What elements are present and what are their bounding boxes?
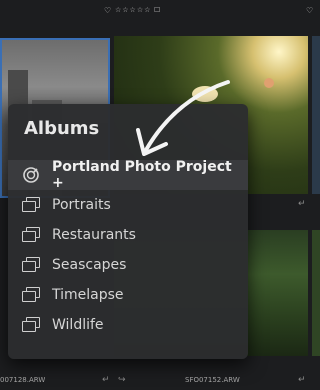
album-item-timelapse[interactable]: Timelapse	[8, 280, 248, 310]
album-item-label: Timelapse	[52, 287, 124, 303]
rotate-icon[interactable]: ↪	[118, 375, 126, 385]
popup-title: Albums	[24, 118, 100, 139]
heart-icon[interactable]: ♡	[306, 6, 313, 15]
rotate-icon[interactable]: ↵	[298, 375, 306, 385]
album-item-label: Seascapes	[52, 257, 127, 273]
heart-icon[interactable]: ♡	[104, 6, 111, 15]
album-item-portland-photo-project[interactable]: Portland Photo Project +	[8, 159, 248, 191]
flag-icon[interactable]: ☐	[154, 6, 160, 14]
rotate-icon[interactable]: ↵	[298, 199, 306, 209]
album-item-wildlife[interactable]: Wildlife	[8, 310, 248, 340]
album-icon	[22, 197, 40, 213]
bottom-meta-strip: 007128.ARW ↵ ↪ SFO07152.ARW ↵	[0, 370, 320, 390]
album-item-label: Wildlife	[52, 317, 104, 333]
album-item-portraits[interactable]: Portraits	[8, 190, 248, 220]
filename-label: 007128.ARW	[0, 376, 46, 384]
album-item-restaurants[interactable]: Restaurants	[8, 220, 248, 250]
photo-tile-right[interactable]	[312, 36, 320, 194]
top-meta-strip: ♡ ☆☆☆☆☆ ☐ ♡	[0, 0, 320, 20]
album-icon	[22, 287, 40, 303]
album-icon	[22, 317, 40, 333]
photo-tile-right-bottom[interactable]	[312, 230, 320, 356]
album-icon	[22, 227, 40, 243]
rating-stars[interactable]: ☆☆☆☆☆	[115, 6, 151, 14]
album-icon	[22, 257, 40, 273]
filename-label: SFO07152.ARW	[185, 376, 240, 384]
album-item-seascapes[interactable]: Seascapes	[8, 250, 248, 280]
callout-arrow-icon	[136, 80, 230, 156]
album-item-label: Portraits	[52, 197, 111, 213]
rotate-icon[interactable]: ↵	[102, 375, 110, 385]
project-icon	[22, 166, 40, 184]
album-item-label: Restaurants	[52, 227, 136, 243]
flower-shape	[264, 78, 274, 88]
albums-list: Portland Photo Project + Portraits Resta…	[8, 159, 248, 340]
album-item-label: Portland Photo Project +	[52, 159, 232, 191]
